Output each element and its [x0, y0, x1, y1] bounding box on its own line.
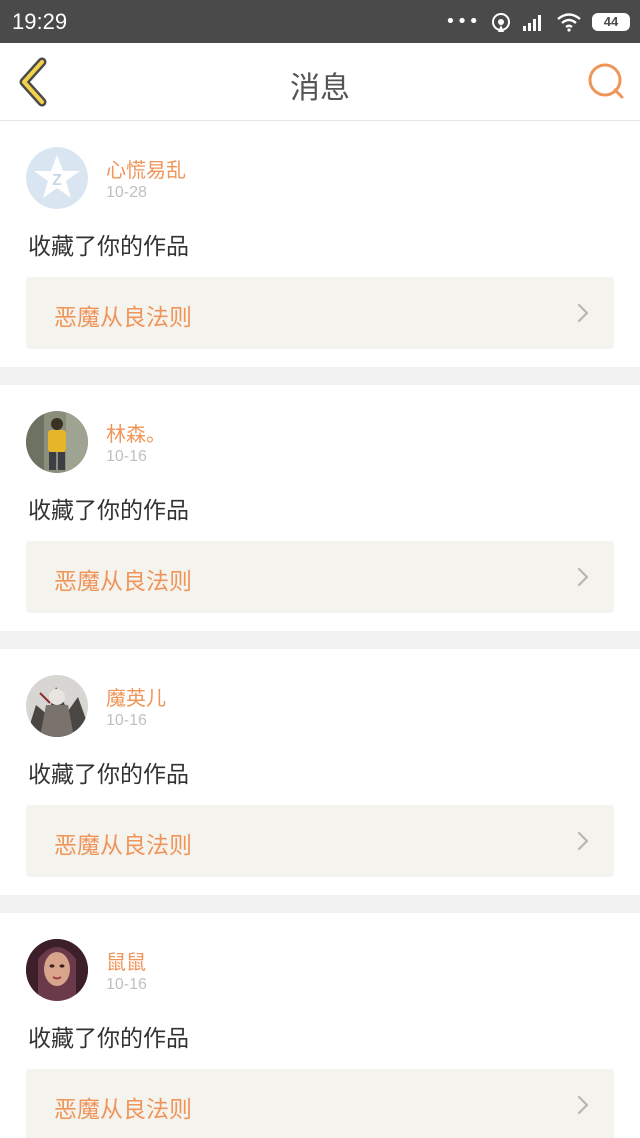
message-text: 收藏了你的作品: [28, 1026, 189, 1052]
message-date: 10-16: [106, 976, 147, 993]
user-name[interactable]: 鼠鼠: [106, 946, 146, 975]
message-card: 林森。 10-16 收藏了你的作品 恶魔从良法则: [0, 385, 640, 631]
message-card: Z 心慌易乱 10-28 收藏了你的作品 恶魔从良法则: [0, 121, 640, 367]
message-card: 魔英儿 10-16 收藏了你的作品 恶魔从良法则: [0, 649, 640, 895]
status-icons: ••• 44: [445, 11, 630, 33]
chevron-right-icon: [577, 303, 589, 323]
work-link[interactable]: 恶魔从良法则: [26, 805, 614, 877]
user-name[interactable]: 魔英儿: [106, 682, 166, 711]
message-card: 鼠鼠 10-16 收藏了你的作品 恶魔从良法则: [0, 913, 640, 1138]
signal-icon: [523, 14, 541, 31]
page-title: 消息: [290, 71, 350, 106]
search-icon[interactable]: [586, 61, 626, 101]
svg-text:Z: Z: [52, 172, 62, 189]
avatar[interactable]: [26, 939, 88, 1001]
header: 消息: [0, 43, 640, 121]
work-title: 恶魔从良法则: [54, 1097, 192, 1123]
message-list: Z 心慌易乱 10-28 收藏了你的作品 恶魔从良法则 林森。 10-16 收藏…: [0, 121, 640, 1138]
work-title: 恶魔从良法则: [54, 833, 192, 859]
message-date: 10-16: [106, 448, 147, 465]
avatar[interactable]: [26, 675, 88, 737]
work-title: 恶魔从良法则: [54, 569, 192, 595]
message-date: 10-28: [106, 184, 147, 201]
status-time: 19:29: [12, 8, 68, 34]
chevron-right-icon: [577, 831, 589, 851]
chevron-right-icon: [577, 567, 589, 587]
status-bar: 19:29 ••• 44: [0, 0, 640, 43]
wifi-icon: [557, 12, 581, 32]
chevron-right-icon: [577, 1095, 589, 1115]
user-name[interactable]: 林森。: [106, 418, 166, 447]
work-title: 恶魔从良法则: [54, 305, 192, 331]
work-link[interactable]: 恶魔从良法则: [26, 541, 614, 613]
avatar[interactable]: [26, 411, 88, 473]
hotspot-icon: [492, 12, 510, 32]
avatar[interactable]: Z: [26, 147, 88, 209]
user-name[interactable]: 心慌易乱: [106, 154, 186, 183]
message-text: 收藏了你的作品: [28, 234, 189, 260]
message-text: 收藏了你的作品: [28, 498, 189, 524]
work-link[interactable]: 恶魔从良法则: [26, 1069, 614, 1138]
more-dots-icon: •••: [445, 11, 480, 32]
message-text: 收藏了你的作品: [28, 762, 189, 788]
work-link[interactable]: 恶魔从良法则: [26, 277, 614, 349]
battery-icon: 44: [592, 12, 630, 31]
message-date: 10-16: [106, 712, 147, 729]
